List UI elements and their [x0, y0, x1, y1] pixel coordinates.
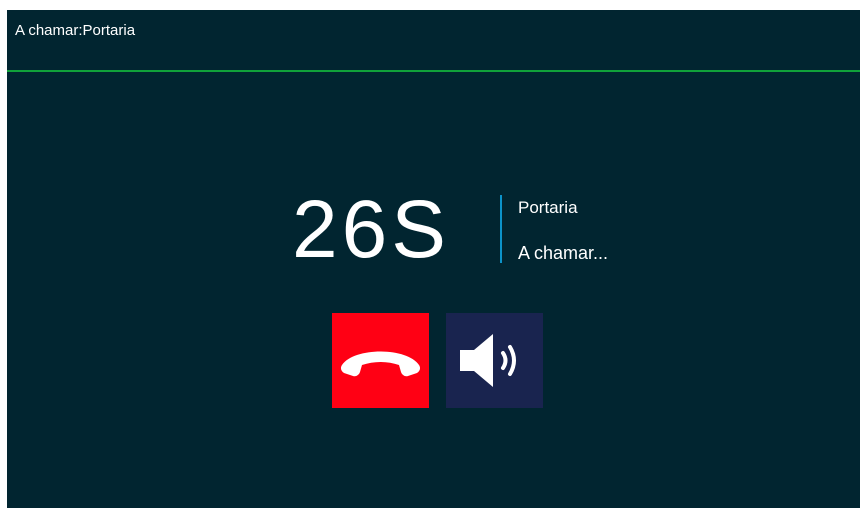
call-timer: 26S: [292, 184, 450, 275]
callee-name: Portaria: [518, 198, 578, 217]
info-divider: [500, 195, 502, 263]
speaker-volume-icon: [460, 334, 516, 387]
call-status: A chamar...: [518, 243, 609, 263]
speaker-button[interactable]: [446, 313, 543, 408]
title-divider: [7, 70, 860, 72]
window-title: A chamar:Portaria: [15, 22, 136, 39]
title-bar: A chamar:Portaria: [7, 10, 860, 70]
intercom-call-screen: A chamar:Portaria 26S Portaria A chamar.…: [7, 10, 860, 508]
hangup-phone-icon: [340, 351, 421, 377]
hangup-button[interactable]: [332, 313, 429, 408]
